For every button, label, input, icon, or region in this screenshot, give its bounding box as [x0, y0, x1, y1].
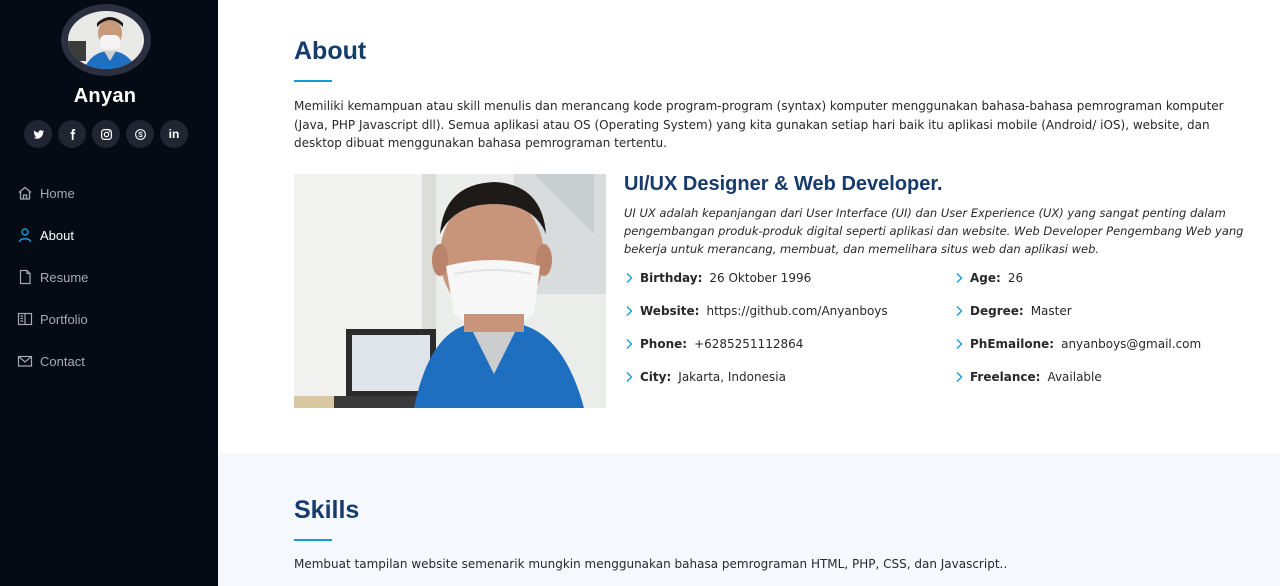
info-value: Available [1047, 370, 1102, 384]
twitter-icon[interactable] [24, 120, 52, 148]
info-birthday: Birthday: 26 Oktober 1996 [624, 271, 811, 285]
info-label: Website: [640, 304, 700, 318]
chevron-right-icon [624, 371, 634, 383]
about-photo [294, 174, 606, 408]
info-degree: Degree: Master [954, 304, 1072, 318]
role-description: UI UX adalah kepanjangan dari User Inter… [624, 206, 1244, 257]
info-label: PhEmailone: [970, 337, 1055, 351]
info-email: PhEmailone: anyanboys@gmail.com [954, 337, 1201, 351]
info-label: Degree: [970, 304, 1024, 318]
info-value: Master [1030, 304, 1072, 318]
info-age: Age: 26 [954, 271, 1023, 285]
main-content: About Memiliki kemampuan atau skill menu… [218, 0, 1280, 586]
nav-item-home[interactable]: Home [0, 172, 218, 214]
instagram-icon[interactable] [92, 120, 120, 148]
chevron-right-icon [954, 272, 964, 284]
nav-label-home: Home [40, 185, 75, 201]
about-section: About Memiliki kemampuan atau skill menu… [218, 0, 1280, 453]
envelope-icon [17, 353, 33, 369]
user-icon [17, 227, 33, 243]
info-label: Phone: [640, 337, 688, 351]
nav-item-contact[interactable]: Contact [0, 340, 218, 382]
nav-label-portfolio: Portfolio [40, 311, 88, 327]
file-icon [17, 269, 33, 285]
chevron-right-icon [624, 305, 634, 317]
skype-icon[interactable] [126, 120, 154, 148]
role-title: UI/UX Designer & Web Developer. [624, 173, 943, 195]
home-icon [17, 185, 33, 201]
book-icon [17, 311, 33, 327]
info-value: https://github.com/Anyanboys [706, 304, 888, 318]
info-value: anyanboys@gmail.com [1061, 337, 1202, 351]
info-value: 26 Oktober 1996 [709, 271, 812, 285]
info-freelance: Freelance: Available [954, 370, 1102, 384]
about-title: About [294, 37, 367, 65]
skills-description: Membuat tampilan website semenarik mungk… [294, 557, 1008, 571]
info-value: +6285251112864 [694, 337, 804, 351]
info-value: 26 [1007, 271, 1024, 285]
avatar [61, 4, 151, 76]
chevron-right-icon [954, 371, 964, 383]
about-description: Memiliki kemampuan atau skill menulis da… [294, 99, 1224, 150]
nav-item-resume[interactable]: Resume [0, 256, 218, 298]
chevron-right-icon [624, 338, 634, 350]
info-website: Website: https://github.com/Anyanboys [624, 304, 888, 318]
skills-section: Skills Membuat tampilan website semenari… [218, 453, 1280, 586]
info-city: City: Jakarta, Indonesia [624, 370, 786, 384]
linkedin-icon[interactable]: in [160, 120, 188, 148]
nav-item-about[interactable]: About [0, 214, 218, 256]
chevron-right-icon [954, 338, 964, 350]
profile-photo [68, 11, 144, 69]
skills-title: Skills [294, 496, 360, 524]
info-label: City: [640, 370, 672, 384]
info-label: Freelance: [970, 370, 1041, 384]
facebook-icon[interactable] [58, 120, 86, 148]
skills-title-underline [294, 539, 332, 541]
chevron-right-icon [954, 305, 964, 317]
chevron-right-icon [624, 272, 634, 284]
sidebar: Anyan in Home About Resume Portfolio Con… [0, 0, 218, 586]
social-links: in [24, 120, 188, 148]
about-title-underline [294, 80, 332, 82]
nav-label-contact: Contact [40, 353, 85, 369]
profile-name: Anyan [73, 85, 137, 107]
nav-label-resume: Resume [40, 269, 89, 285]
nav-item-portfolio[interactable]: Portfolio [0, 298, 218, 340]
info-phone: Phone: +6285251112864 [624, 337, 803, 351]
info-value: Jakarta, Indonesia [678, 370, 786, 384]
nav-label-about: About [40, 227, 74, 243]
info-label: Birthday: [640, 271, 703, 285]
info-label: Age: [970, 271, 1001, 285]
nav-menu: Home About Resume Portfolio Contact [0, 172, 218, 382]
